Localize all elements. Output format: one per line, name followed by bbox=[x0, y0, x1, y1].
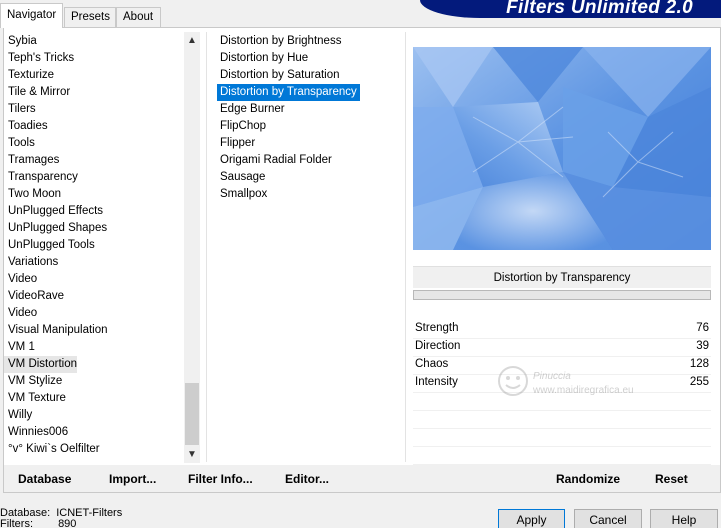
category-item[interactable]: UnPlugged Tools bbox=[4, 237, 95, 254]
help-button[interactable]: Help bbox=[650, 509, 718, 528]
app-banner: Filters Unlimited 2.0 bbox=[420, 0, 721, 18]
tab-navigator[interactable]: Navigator bbox=[0, 3, 63, 28]
category-item[interactable]: Teph's Tricks bbox=[4, 50, 74, 67]
param-value[interactable]: 76 bbox=[696, 322, 709, 334]
filter-item[interactable]: Smallpox bbox=[217, 186, 270, 203]
param-value[interactable]: 128 bbox=[690, 358, 709, 370]
apply-button[interactable]: Apply bbox=[498, 509, 565, 528]
category-item[interactable]: Tile & Mirror bbox=[4, 84, 70, 101]
category-item[interactable]: VM Stylize bbox=[4, 373, 62, 390]
category-item[interactable]: Tools bbox=[4, 135, 35, 152]
chevron-up-icon[interactable]: ▲ bbox=[184, 32, 200, 49]
category-item[interactable]: Transparency bbox=[4, 169, 78, 186]
filter-item[interactable]: Origami Radial Folder bbox=[217, 152, 335, 169]
param-row-empty bbox=[413, 429, 711, 447]
category-item[interactable]: Two Moon bbox=[4, 186, 61, 203]
param-row[interactable]: Intensity 255 bbox=[413, 375, 711, 393]
status-filters-label: Filters: bbox=[0, 518, 33, 528]
param-row-empty bbox=[413, 447, 711, 465]
database-button[interactable]: Database bbox=[18, 472, 71, 486]
status-filters-value: 890 bbox=[58, 518, 77, 528]
filter-item[interactable]: Distortion by Brightness bbox=[217, 33, 344, 50]
bottom-toolbar: Database Import... Filter Info... Editor… bbox=[4, 465, 720, 492]
filter-item[interactable]: Sausage bbox=[217, 169, 268, 186]
progress-bar bbox=[413, 290, 711, 300]
import-button[interactable]: Import... bbox=[109, 472, 156, 486]
filter-item[interactable]: Distortion by Saturation bbox=[217, 67, 343, 84]
param-row[interactable]: Direction 39 bbox=[413, 339, 711, 357]
filter-item[interactable]: Distortion by Transparency bbox=[217, 84, 360, 101]
filter-info-button[interactable]: Filter Info... bbox=[188, 472, 253, 486]
category-item[interactable]: Sybia bbox=[4, 33, 37, 50]
category-item[interactable]: UnPlugged Effects bbox=[4, 203, 103, 220]
reset-button[interactable]: Reset bbox=[655, 472, 688, 486]
status-area: Database: ICNET-Filters Filters: 890 bbox=[0, 508, 122, 528]
category-item[interactable]: VideoRave bbox=[4, 288, 64, 305]
category-item[interactable]: Texturize bbox=[4, 67, 54, 84]
param-row-empty bbox=[413, 411, 711, 429]
category-item[interactable]: °v° Kiwi`s Oelfilter bbox=[4, 441, 100, 458]
scrollbar-thumb[interactable] bbox=[185, 383, 199, 445]
category-item[interactable]: Variations bbox=[4, 254, 58, 271]
banner-title: Filters Unlimited 2.0 bbox=[506, 0, 693, 18]
category-item[interactable]: Video bbox=[4, 271, 37, 288]
filter-item[interactable]: Distortion by Hue bbox=[217, 50, 311, 67]
param-row[interactable]: Strength 76 bbox=[413, 321, 711, 339]
preview-pattern bbox=[413, 47, 711, 250]
category-item[interactable]: Video bbox=[4, 305, 37, 322]
category-item[interactable]: Winnies006 bbox=[4, 424, 68, 441]
param-name: Direction bbox=[415, 340, 461, 352]
category-item[interactable]: VM 1 bbox=[4, 339, 35, 356]
tab-about[interactable]: About bbox=[116, 7, 161, 27]
tab-strip: Navigator Presets About bbox=[0, 0, 420, 28]
category-item[interactable]: Tilers bbox=[4, 101, 36, 118]
category-item[interactable]: VM Distortion bbox=[4, 356, 78, 373]
filter-item[interactable]: FlipChop bbox=[217, 118, 269, 135]
category-item[interactable]: Willy bbox=[4, 407, 32, 424]
param-name: Chaos bbox=[415, 358, 449, 370]
param-row[interactable]: Chaos 128 bbox=[413, 357, 711, 375]
category-item[interactable]: VM Texture bbox=[4, 390, 66, 407]
param-value[interactable]: 255 bbox=[690, 376, 709, 388]
param-name: Strength bbox=[415, 322, 459, 334]
filter-list[interactable]: Distortion by Brightness Distortion by Hu… bbox=[206, 32, 406, 462]
category-item[interactable]: UnPlugged Shapes bbox=[4, 220, 107, 237]
current-filter-name: Distortion by Transparency bbox=[413, 266, 711, 288]
param-row-empty bbox=[413, 393, 711, 411]
param-name: Intensity bbox=[415, 376, 458, 388]
tab-presets[interactable]: Presets bbox=[64, 7, 116, 27]
filter-item[interactable]: Flipper bbox=[217, 135, 258, 152]
category-item[interactable]: Visual Manipulation bbox=[4, 322, 108, 339]
editor-button[interactable]: Editor... bbox=[285, 472, 329, 486]
category-item[interactable]: Tramages bbox=[4, 152, 59, 169]
randomize-button[interactable]: Randomize bbox=[556, 472, 620, 486]
category-item[interactable]: Toadies bbox=[4, 118, 48, 135]
chevron-down-icon[interactable]: ▼ bbox=[184, 446, 200, 463]
filter-item[interactable]: Edge Burner bbox=[217, 101, 288, 118]
cancel-button[interactable]: Cancel bbox=[574, 509, 642, 528]
category-list[interactable]: Sybia Teph's Tricks Texturize Tile & Mirror… bbox=[4, 32, 184, 462]
param-value[interactable]: 39 bbox=[696, 340, 709, 352]
category-scrollbar[interactable]: ▲ ▼ bbox=[184, 32, 200, 463]
preview-image bbox=[413, 47, 711, 250]
